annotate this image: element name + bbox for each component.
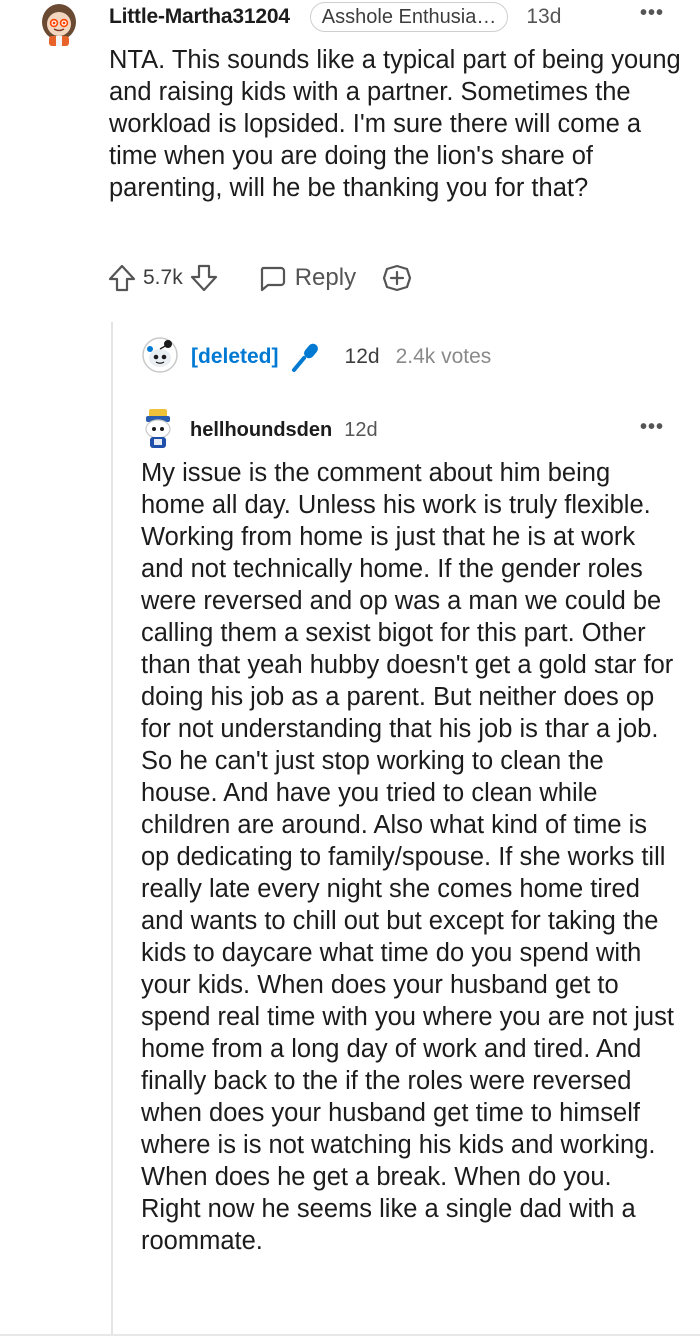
deleted-user-avatar xyxy=(141,336,179,379)
thread-line[interactable] xyxy=(111,322,113,1336)
reply-button[interactable]: Reply xyxy=(257,263,356,293)
snoo-avatar-icon xyxy=(42,4,76,46)
more-options-icon[interactable]: ••• xyxy=(640,416,664,439)
comment-time: 13d xyxy=(526,5,562,28)
comment-actions: 5.7k Reply xyxy=(107,258,412,298)
comment-time: 12d xyxy=(344,345,380,368)
snoo-avatar-icon xyxy=(145,408,171,448)
deleted-username[interactable]: [deleted] xyxy=(191,345,279,369)
vote-summary: 2.4k votes xyxy=(395,345,492,368)
chat-bubble-icon xyxy=(257,263,287,293)
comment-time: 12d xyxy=(344,418,378,441)
comment-text: NTA. This sounds like a typical part of … xyxy=(109,46,681,202)
comment-header: Little-Martha31204 Asshole Enthusia… 13d xyxy=(109,2,561,32)
username[interactable]: Little-Martha31204 xyxy=(109,5,290,29)
microphone-icon xyxy=(289,340,323,374)
reply-label: Reply xyxy=(294,264,357,291)
more-options-icon[interactable]: ••• xyxy=(640,2,664,25)
collapsed-comment[interactable]: [deleted] 12d 2.4k votes xyxy=(141,336,492,379)
downvote-arrow-icon[interactable] xyxy=(189,263,219,293)
user-avatar[interactable] xyxy=(140,407,176,454)
snoo-avatar-icon xyxy=(142,336,178,373)
comment-body: NTA. This sounds like a typical part of … xyxy=(109,44,684,204)
comment-text: My issue is the comment about him being … xyxy=(141,459,674,1255)
user-flair: Asshole Enthusia… xyxy=(309,2,509,32)
vote-count: 5.7k xyxy=(143,266,183,289)
comment-header: hellhoundsden 12d xyxy=(140,408,378,452)
comment-body: My issue is the comment about him being … xyxy=(141,457,677,1257)
add-award-icon[interactable] xyxy=(382,263,412,293)
username[interactable]: hellhoundsden xyxy=(190,419,332,442)
user-avatar[interactable] xyxy=(34,0,84,46)
upvote-arrow-icon[interactable] xyxy=(107,263,137,293)
